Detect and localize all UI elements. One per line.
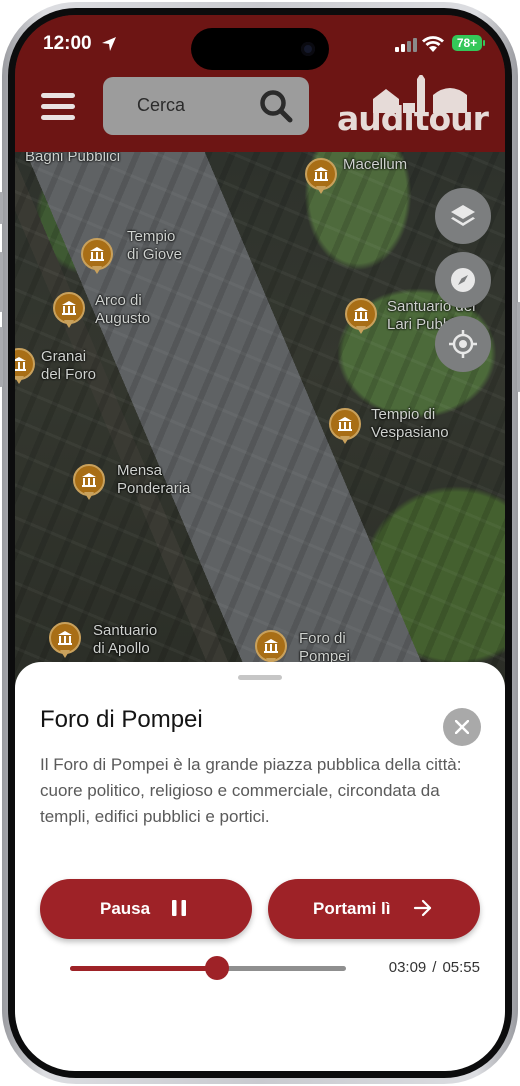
location-arrow-icon [102,37,116,51]
layers-button[interactable] [435,188,491,244]
audio-timecode: 03:09 / 05:55 [389,959,480,976]
poi-pin-icon[interactable] [73,464,105,500]
poi-label[interactable]: Mensa Ponderaria [117,462,190,498]
battery-tip [483,40,485,46]
temple-icon [354,307,368,321]
wifi-icon [422,36,444,52]
action-button [0,192,3,224]
auditour-logo: auditour [333,75,489,141]
map-view[interactable]: Bagni Pubblici Macellum Tempio di Giove Arc… [15,152,505,682]
poi-pin-icon[interactable] [305,158,337,194]
drag-handle[interactable] [238,675,282,680]
audio-progress-slider[interactable] [70,956,346,980]
temple-icon [82,473,96,487]
pause-label: Pausa [100,899,151,918]
poi-label[interactable]: Tempio di Giove [127,228,182,264]
poi-label[interactable]: Macellum [343,156,407,174]
poi-label[interactable]: Arco di Augusto [95,292,150,328]
close-button[interactable] [443,708,481,746]
audio-progress-fill [70,966,217,971]
current-time: 03:09 [388,959,427,976]
status-bar: 12:00 78+ [15,15,505,73]
poi-label[interactable]: Foro di Pompei [299,630,350,666]
search-placeholder: Cerca [137,95,186,115]
temple-icon [62,301,76,315]
poi-pin-icon[interactable] [53,292,85,328]
locate-icon [449,330,477,358]
temple-icon [90,247,104,261]
locate-button[interactable] [435,316,491,372]
battery-indicator: 78+ [452,35,482,51]
search-bar[interactable]: Cerca [103,77,309,135]
close-icon [455,720,469,734]
poi-label[interactable]: Bagni Pubblici [25,152,120,166]
take-me-there-button[interactable]: Portami lì [268,879,480,939]
poi-pin-icon[interactable] [49,622,81,658]
compass-button[interactable] [435,252,491,308]
menu-button[interactable] [41,93,75,121]
temple-icon [338,417,352,431]
poi-label[interactable]: Granai del Foro [41,348,96,384]
time-separator: / [432,959,437,976]
poi-pin-icon[interactable] [255,630,287,666]
poi-pin-icon[interactable] [329,408,361,444]
poi-title: Foro di Pompei [40,706,203,733]
signal-icon [395,38,417,52]
logo-text: auditour [337,99,489,138]
app-header: 12:00 78+ Cerca auditour [15,15,505,152]
arrow-right-icon [413,899,432,917]
total-time: 05:55 [442,959,480,976]
audio-progress-thumb[interactable] [204,956,229,980]
compass-icon [451,268,475,292]
pause-icon [172,900,186,916]
screen: 12:00 78+ Cerca auditour Bagni Pubblici … [15,15,505,1071]
poi-label[interactable]: Tempio di Vespasiano [371,406,449,442]
search-icon[interactable] [259,89,293,123]
poi-pin-icon[interactable] [81,238,113,274]
dynamic-island [191,28,329,70]
poi-detail-sheet: Foro di Pompei Il Foro di Pompei è la gr… [15,662,505,1071]
volume-up-button [0,252,3,312]
temple-icon [58,631,72,645]
clock: 12:00 [43,33,92,54]
camera-icon [301,42,315,56]
layers-icon [451,205,475,226]
poi-description: Il Foro di Pompei è la grande piazza pub… [40,755,462,826]
temple-icon [15,357,26,371]
temple-icon [314,167,328,181]
poi-label[interactable]: Santuario di Apollo [93,622,157,658]
poi-pin-icon[interactable] [345,298,377,334]
temple-icon [264,639,278,653]
poi-pin-icon[interactable] [15,348,35,384]
pause-button[interactable]: Pausa [40,879,252,939]
volume-down-button [0,327,3,387]
take-me-there-label: Portami lì [313,899,391,918]
